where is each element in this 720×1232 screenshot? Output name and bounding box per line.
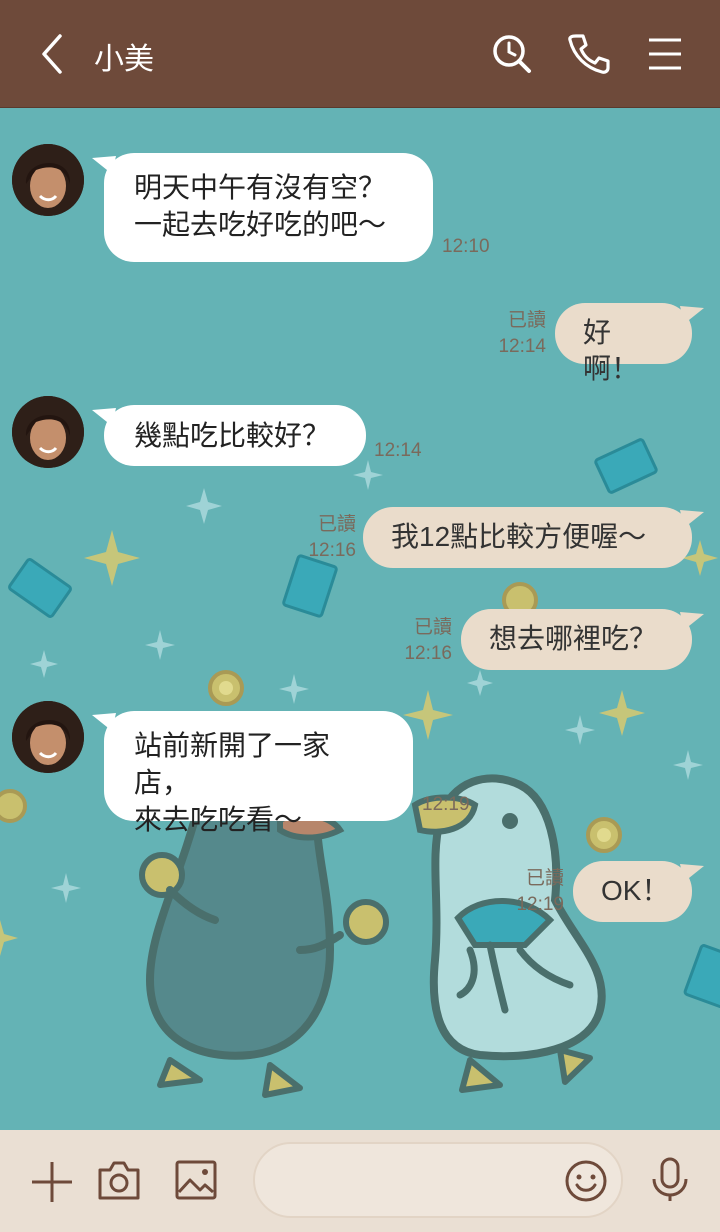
contact-avatar[interactable]: [12, 701, 84, 773]
phone-icon[interactable]: [564, 30, 612, 78]
message-timestamp: 12:14: [498, 336, 546, 357]
message-timestamp: 12:16: [308, 540, 356, 561]
bubble-tail: [680, 612, 704, 630]
message-timestamp: 12:19: [516, 894, 564, 915]
message-bubble-incoming[interactable]: 明天中午有沒有空？ 一起去吃好吃的吧〜: [104, 153, 433, 262]
camera-icon[interactable]: [96, 1158, 142, 1207]
read-receipt: 已讀: [317, 514, 356, 535]
message-timestamp: 12:19: [422, 794, 470, 815]
message-bubble-outgoing[interactable]: 想去哪裡吃？: [461, 609, 692, 670]
menu-icon[interactable]: [644, 30, 692, 78]
message-timestamp: 12:10: [442, 236, 490, 257]
read-receipt: 已讀: [507, 310, 546, 331]
contact-avatar[interactable]: [12, 396, 84, 468]
message-timestamp: 12:16: [404, 643, 452, 664]
message-read-status: 已讀 12:16: [386, 615, 452, 667]
microphone-icon[interactable]: [648, 1157, 692, 1208]
message-bubble-incoming[interactable]: 幾點吃比較好？: [104, 405, 366, 466]
message-composer-bar: [0, 1130, 720, 1232]
chat-header: 小美: [0, 0, 720, 108]
message-read-status: 已讀 12:16: [290, 512, 356, 564]
read-receipt: 已讀: [525, 868, 564, 889]
message-bubble-outgoing[interactable]: OK！: [573, 861, 692, 922]
message-bubble-incoming[interactable]: 站前新開了一家店， 來去吃吃看〜: [104, 711, 413, 835]
image-icon[interactable]: [174, 1158, 220, 1207]
contact-avatar[interactable]: [12, 144, 84, 216]
chat-message-list[interactable]: 明天中午有沒有空？ 一起去吃好吃的吧〜 12:10 已讀 12:14 好啊！ 幾…: [0, 108, 720, 1130]
plus-icon[interactable]: [30, 1160, 74, 1209]
message-read-status: 已讀 12:19: [498, 866, 564, 918]
message-bubble-outgoing[interactable]: 好啊！: [555, 303, 692, 384]
contact-name: 小美: [94, 43, 154, 76]
message-bubble-outgoing[interactable]: 我12點比較方便喔〜: [363, 507, 692, 568]
back-arrow-icon[interactable]: [34, 32, 74, 76]
bubble-tail: [680, 864, 704, 882]
message-read-status: 已讀 12:14: [480, 308, 546, 360]
read-receipt: 已讀: [413, 617, 452, 638]
search-clock-icon[interactable]: [488, 30, 536, 78]
smiley-icon[interactable]: [564, 1159, 608, 1208]
bubble-tail: [680, 306, 704, 324]
message-timestamp: 12:14: [374, 440, 422, 461]
bubble-tail: [680, 510, 704, 528]
